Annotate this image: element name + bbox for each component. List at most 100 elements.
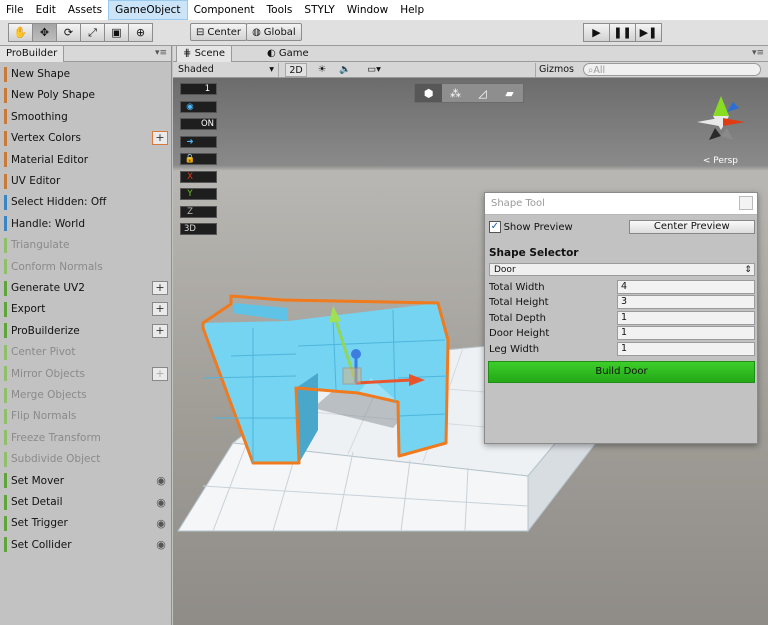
status-badge[interactable]: ➜ [180, 135, 217, 148]
menu-gameobject[interactable]: GameObject [108, 0, 188, 20]
probuilder-item-subdivide-object[interactable]: Subdivide Object [4, 449, 168, 469]
leg-width-input[interactable]: 1 [617, 342, 755, 356]
shape-selector-dropdown[interactable]: Door ⇕ [489, 263, 755, 276]
pause-button[interactable]: ❚❚ [609, 23, 636, 42]
panel-menu-icon[interactable]: ▾≡ [155, 46, 167, 61]
probuilder-item-handle-world[interactable]: Handle: World [4, 214, 168, 234]
gizmos-dropdown[interactable]: Gizmos ▾ [535, 63, 575, 88]
status-badge[interactable]: 🔒 [180, 153, 217, 165]
probuilder-item-smoothing[interactable]: Smoothing [4, 107, 168, 127]
scene-menu-icon[interactable]: ▾≡ [752, 46, 764, 61]
probuilder-item-mirror-objects[interactable]: Mirror Objects + [4, 364, 168, 384]
object-mode-icon[interactable]: ⬢ [415, 84, 442, 102]
rotate-tool-icon[interactable]: ⟳ [56, 23, 81, 42]
menu-tools[interactable]: Tools [261, 0, 299, 20]
visibility-eye-icon[interactable]: ◉ [154, 496, 168, 509]
projection-label[interactable]: < Persp [703, 156, 738, 166]
probuilder-item-material-editor[interactable]: Material Editor [4, 150, 168, 170]
probuilder-item-probuilderize[interactable]: ProBuilderize + [4, 321, 168, 341]
probuilder-item-center-pivot[interactable]: Center Pivot [4, 342, 168, 362]
options-plus-button[interactable]: + [152, 131, 168, 146]
total-width-input[interactable]: 4 [617, 280, 755, 294]
probuilder-item-set-mover[interactable]: Set Mover ◉ [4, 471, 168, 491]
shading-mode-dropdown[interactable]: Shaded ▾ [178, 63, 279, 77]
play-button[interactable]: ▶ [583, 23, 610, 42]
probuilder-item-new-shape[interactable]: New Shape [4, 64, 168, 84]
face-mode-icon[interactable]: ▰ [496, 84, 523, 102]
center-preview-button[interactable]: Center Preview [628, 220, 755, 234]
scene-search-input[interactable]: ⌕All [583, 63, 761, 76]
status-badge[interactable]: ◉ [180, 100, 217, 113]
total-height-input[interactable]: 3 [617, 295, 755, 309]
vertex-mode-icon[interactable]: ⁂ [442, 84, 469, 102]
visibility-eye-icon[interactable]: ◉ [154, 517, 168, 530]
probuilder-item-select-hidden-off[interactable]: Select Hidden: Off [4, 192, 168, 212]
probuilder-item-freeze-transform[interactable]: Freeze Transform [4, 428, 168, 448]
scale-tool-icon[interactable]: ⤢ [80, 23, 105, 42]
hand-tool-icon[interactable]: ✋ [8, 23, 33, 42]
status-badge[interactable]: Z [180, 205, 217, 218]
visibility-eye-icon[interactable]: ◉ [154, 538, 168, 551]
orientation-gizmo[interactable] [697, 96, 745, 140]
status-badge[interactable]: 3D [180, 223, 217, 235]
effects-toggle-icon[interactable]: ▭▾ [360, 63, 388, 77]
shape-tool-titlebar[interactable]: Shape Tool [485, 193, 757, 215]
probuilder-item-merge-objects[interactable]: Merge Objects [4, 385, 168, 405]
rect-tool-icon[interactable]: ▣ [104, 23, 129, 42]
close-button[interactable] [739, 196, 753, 210]
selection-mode-toolbar: ⬢ ⁂ ◿ ▰ [414, 83, 524, 103]
probuilder-item-flip-normals[interactable]: Flip Normals [4, 406, 168, 426]
category-color-bar [4, 173, 7, 189]
probuilder-item-conform-normals[interactable]: Conform Normals [4, 257, 168, 277]
category-color-bar [4, 515, 7, 531]
probuilder-item-uv-editor[interactable]: UV Editor [4, 171, 168, 191]
probuilder-item-generate-uv2[interactable]: Generate UV2 + [4, 278, 168, 298]
badge-value: 1 [204, 84, 211, 94]
2d-toggle-button[interactable]: 2D [285, 63, 307, 77]
menu-component[interactable]: Component [188, 0, 261, 20]
show-preview-checkbox[interactable]: ✓ [489, 221, 501, 233]
tab-game[interactable]: ◐ Game [261, 46, 315, 62]
status-badge[interactable]: 1 [180, 83, 217, 95]
menu-styly[interactable]: STYLY [298, 0, 340, 20]
probuilder-item-set-trigger[interactable]: Set Trigger ◉ [4, 513, 168, 533]
probuilder-tab-title[interactable]: ProBuilder [0, 46, 65, 62]
visibility-eye-icon[interactable]: ◉ [154, 474, 168, 487]
edge-mode-icon[interactable]: ◿ [469, 84, 496, 102]
menu-help[interactable]: Help [394, 0, 430, 20]
options-plus-button[interactable]: + [152, 366, 168, 381]
menu-file[interactable]: File [0, 0, 30, 20]
tab-scene[interactable]: ⋕ Scene [176, 46, 233, 62]
probuilder-item-vertex-colors[interactable]: Vertex Colors + [4, 128, 168, 148]
status-badge[interactable]: Y [180, 188, 217, 200]
probuilder-item-new-poly-shape[interactable]: New Poly Shape [4, 85, 168, 105]
move-tool-icon[interactable]: ✥ [32, 23, 57, 42]
pivot-center-button[interactable]: ⊟ Center [190, 23, 248, 41]
door-height-input[interactable]: 1 [617, 326, 755, 340]
status-badge[interactable]: ON [180, 118, 217, 130]
probuilder-item-set-collider[interactable]: Set Collider ◉ [4, 535, 168, 555]
transform-tool-icon[interactable]: ⊕ [128, 23, 153, 42]
field-label: Total Depth [489, 312, 546, 324]
options-plus-button[interactable]: + [152, 323, 168, 338]
build-door-button[interactable]: Build Door [488, 361, 755, 383]
field-label: Total Height [489, 296, 549, 308]
category-color-bar [4, 152, 7, 168]
lighting-toggle-icon[interactable]: ☀ [313, 63, 331, 77]
menu-edit[interactable]: Edit [30, 0, 62, 20]
menu-window[interactable]: Window [341, 0, 394, 20]
probuilder-item-set-detail[interactable]: Set Detail ◉ [4, 492, 168, 512]
probuilder-item-triangulate[interactable]: Triangulate [4, 235, 168, 255]
audio-toggle-icon[interactable]: 🔈 [336, 63, 354, 77]
pivot-controls: ⊟ Center ◍ Global [190, 23, 302, 42]
options-plus-button[interactable]: + [152, 302, 168, 317]
probuilder-item-export[interactable]: Export + [4, 299, 168, 319]
probuilder-item-label: Set Mover [11, 474, 65, 487]
probuilder-item-label: Set Collider [11, 538, 72, 551]
step-button[interactable]: ▶❚ [635, 23, 662, 42]
total-depth-input[interactable]: 1 [617, 311, 755, 325]
pivot-global-button[interactable]: ◍ Global [246, 23, 302, 41]
status-badge[interactable]: X [180, 170, 217, 183]
options-plus-button[interactable]: + [152, 281, 168, 295]
menu-assets[interactable]: Assets [62, 0, 108, 20]
